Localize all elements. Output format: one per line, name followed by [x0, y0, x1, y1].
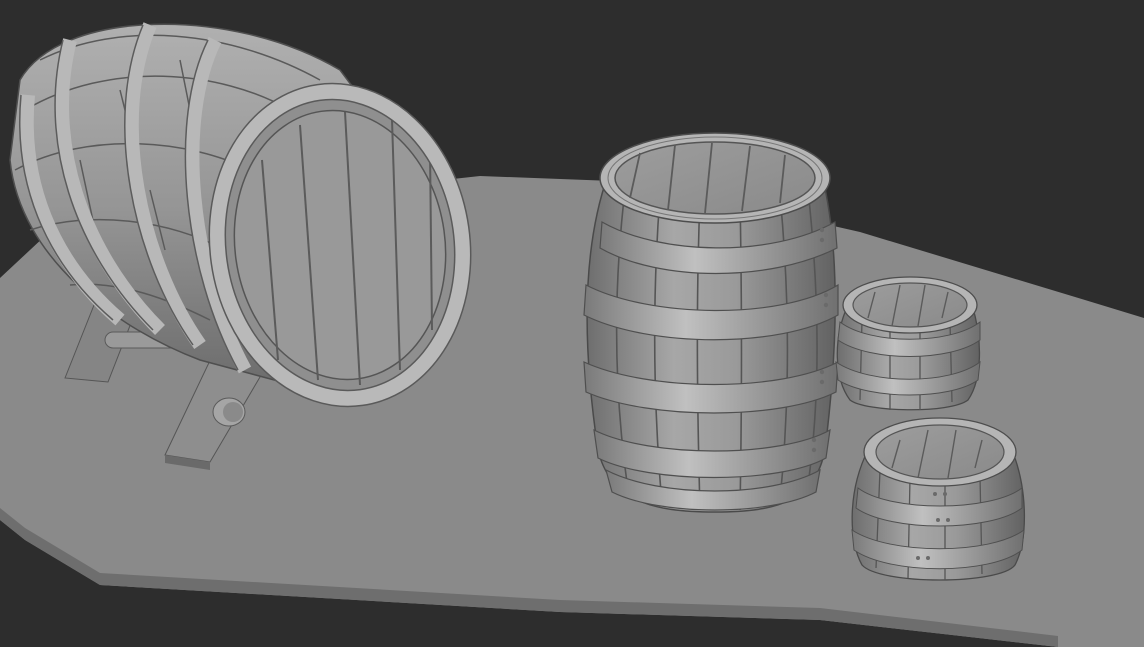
scene-render: [0, 22, 1144, 647]
standing-barrel: [583, 132, 839, 513]
small-keg-back: [835, 276, 981, 411]
3d-viewport[interactable]: [0, 0, 1144, 647]
barrel-lid: [614, 141, 816, 215]
small-keg-front: [851, 417, 1026, 581]
